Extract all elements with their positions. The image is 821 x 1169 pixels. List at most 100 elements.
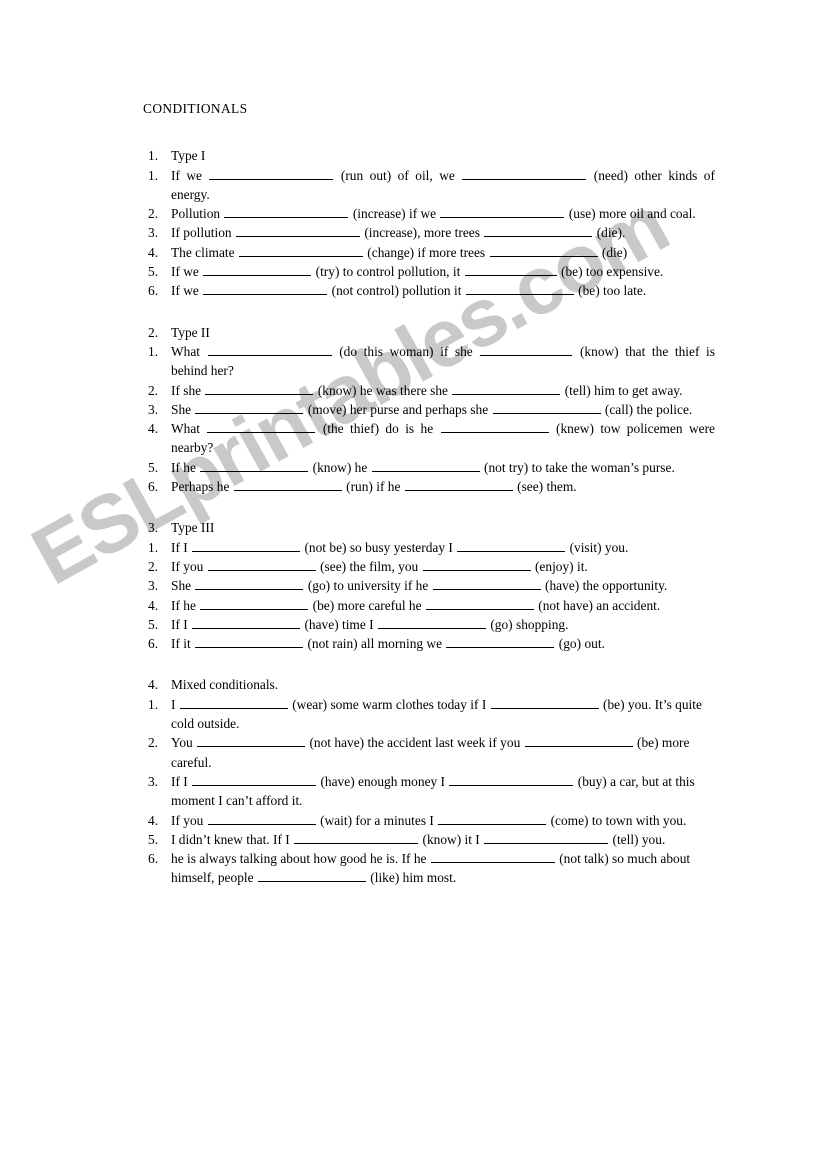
question-number: 5. [148, 264, 159, 280]
question-text-fragment: If I [171, 616, 188, 632]
question-text: If he (be) more careful he (not have) an… [171, 596, 715, 615]
answer-blank[interactable] [197, 734, 306, 748]
question-number: 3. [148, 225, 159, 241]
answer-blank[interactable] [446, 635, 555, 649]
answer-blank[interactable] [257, 869, 366, 883]
answer-blank[interactable] [430, 850, 555, 864]
answer-blank[interactable] [484, 224, 593, 238]
answer-blank[interactable] [238, 243, 363, 257]
question-text-fragment: What [171, 343, 200, 359]
answer-blank[interactable] [464, 263, 557, 277]
answer-blank[interactable] [224, 205, 349, 219]
answer-blank[interactable] [209, 166, 334, 180]
question-text-fragment: (increase) if we [352, 206, 437, 222]
question-number: 4. [148, 244, 159, 260]
question-item: 5. I didn’t knew that. If I (know) it I (… [143, 830, 715, 849]
answer-blank[interactable] [207, 420, 316, 434]
question-text-fragment: If I [171, 773, 188, 789]
answer-blank[interactable] [465, 282, 574, 296]
answer-blank[interactable] [489, 243, 598, 257]
answer-blank[interactable] [207, 811, 316, 825]
question-item: 3. She (move) her purse and perhaps she (… [143, 400, 715, 419]
question-item: 4. If he (be) more careful he (not have) … [143, 596, 715, 615]
question-text: If it (not rain) all morning we (go) out… [171, 634, 715, 653]
answer-blank[interactable] [200, 458, 309, 472]
question-text-fragment: She [171, 578, 192, 594]
question-text: If she (know) he was there she (tell) hi… [171, 381, 715, 400]
question-text: She (go) to university if he (have) the … [171, 576, 715, 595]
answer-blank[interactable] [207, 558, 316, 571]
question-text-fragment: She [171, 401, 192, 417]
answer-blank[interactable] [205, 381, 314, 395]
question-text-fragment: If I [171, 539, 188, 555]
answer-blank[interactable] [377, 616, 486, 629]
question-text-fragment: (change) if more trees [367, 244, 486, 260]
answer-blank[interactable] [195, 401, 304, 414]
answer-blank[interactable] [404, 478, 513, 492]
answer-blank[interactable] [203, 263, 312, 277]
answer-blank[interactable] [490, 695, 599, 709]
answer-blank[interactable] [425, 596, 534, 610]
answer-blank[interactable] [457, 538, 566, 552]
answer-blank[interactable] [440, 205, 565, 219]
question-item: 5. If I (have) time I (go) shopping. [143, 615, 715, 634]
question-text-fragment: If pollution [171, 225, 232, 241]
section-heading: 3. Type III [143, 518, 715, 537]
question-text-fragment: (not rain) all morning we [307, 636, 443, 652]
answer-blank[interactable] [192, 616, 301, 629]
question-text-fragment: (not try) to take the woman’s purse. [484, 459, 675, 475]
section-heading: 2. Type II [143, 323, 715, 342]
question-number: 5. [148, 616, 159, 632]
answer-blank[interactable] [200, 596, 309, 610]
answer-blank[interactable] [294, 830, 419, 844]
question-text-fragment: If we [171, 264, 199, 280]
question-text-fragment: (the thief) do is he [322, 421, 434, 437]
section-label: Mixed conditionals. [171, 677, 279, 693]
question-number: 1. [148, 167, 159, 183]
answer-blank[interactable] [371, 458, 480, 472]
question-text-fragment: Pollution [171, 206, 221, 222]
answer-blank[interactable] [452, 381, 561, 395]
answer-blank[interactable] [462, 166, 587, 180]
answer-blank[interactable] [492, 401, 601, 414]
answer-blank[interactable] [440, 420, 549, 434]
sections-container: 1. Type I 1. If we (run out) of oil, we (ne… [143, 146, 715, 887]
answer-blank[interactable] [524, 734, 633, 748]
answer-blank[interactable] [480, 343, 573, 356]
question-text: he is always talking about how good he i… [171, 849, 715, 888]
answer-blank[interactable] [438, 811, 547, 825]
answer-blank[interactable] [179, 695, 288, 709]
section-number: 4. [148, 677, 159, 693]
answer-blank[interactable] [432, 577, 541, 591]
answer-blank[interactable] [203, 282, 328, 296]
answer-blank[interactable] [195, 577, 304, 591]
question-text-fragment: If she [171, 382, 202, 398]
question-text: If we (try) to control pollution, it (be… [171, 262, 715, 281]
question-text-fragment: (like) him most. [370, 870, 457, 886]
section-label: Type I [171, 148, 206, 164]
answer-blank[interactable] [422, 558, 531, 571]
answer-blank[interactable] [449, 773, 574, 786]
question-text-fragment: (wait) for a minutes I [320, 812, 434, 828]
question-text-fragment: I didn’t knew that. If I [171, 831, 290, 847]
answer-blank[interactable] [484, 830, 609, 844]
question-text-fragment: If you [171, 812, 204, 828]
question-item: 2. You (not have) the accident last week … [143, 733, 715, 772]
question-list: 1. If we (run out) of oil, we (need) othe… [143, 166, 715, 301]
question-item: 4. If you (wait) for a minutes I (come) t… [143, 811, 715, 830]
answer-blank[interactable] [192, 538, 301, 552]
answer-blank[interactable] [207, 343, 332, 356]
question-text: If you (wait) for a minutes I (come) to … [171, 811, 715, 830]
question-text-fragment: If it [171, 636, 191, 652]
question-text-fragment: (be) too expensive. [561, 264, 664, 280]
question-text-fragment: (go) to university if he [307, 578, 429, 594]
question-text-fragment: (be) too late. [578, 283, 647, 299]
question-item: 5. If he (know) he (not try) to take the … [143, 458, 715, 477]
question-number: 4. [148, 597, 159, 613]
answer-blank[interactable] [233, 478, 342, 492]
question-text-fragment: If we [171, 283, 199, 299]
answer-blank[interactable] [192, 773, 317, 786]
section-heading: 1. Type I [143, 146, 715, 165]
answer-blank[interactable] [195, 635, 304, 649]
answer-blank[interactable] [235, 224, 360, 238]
